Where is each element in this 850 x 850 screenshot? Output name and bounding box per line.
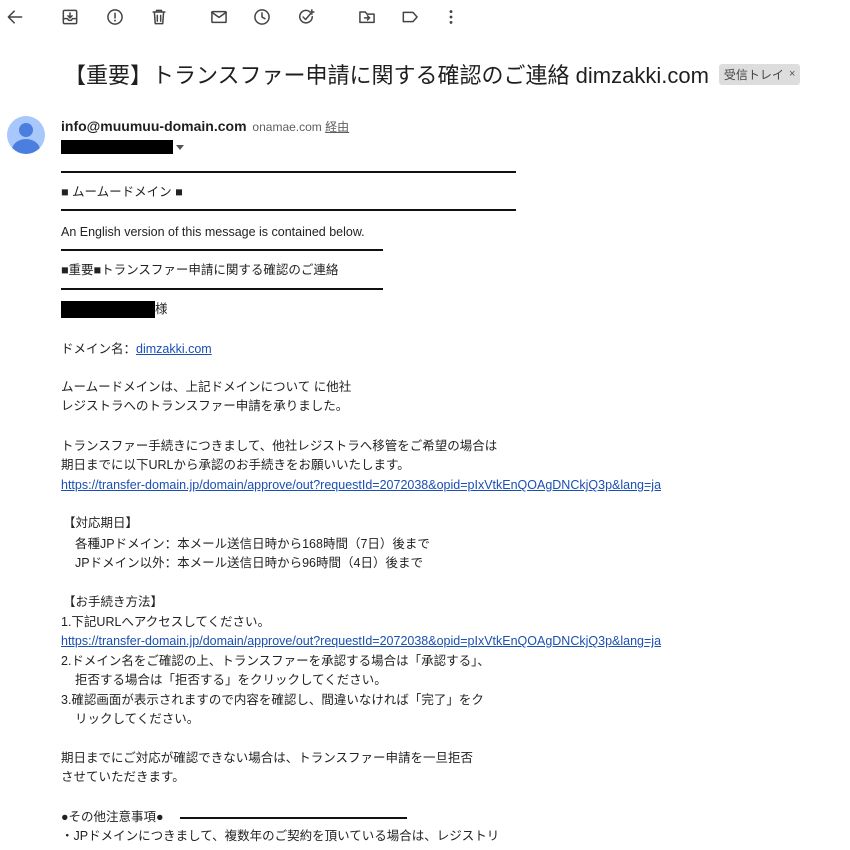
divider-line	[61, 171, 516, 173]
approve-url-link[interactable]: https://transfer-domain.jp/domain/approv…	[61, 478, 661, 492]
approve-url-link-1: https://transfer-domain.jp/domain/approv…	[61, 476, 661, 495]
redacted-recipient	[61, 140, 173, 154]
procedure-step-3-cont: リックしてください。	[75, 712, 200, 726]
remove-label-icon[interactable]: ×	[789, 68, 795, 80]
recipient-line	[61, 140, 184, 154]
move-to-icon[interactable]	[354, 4, 380, 30]
notes-heading: ●その他注意事項●	[61, 810, 164, 824]
paragraph-line: トランスファー手続きにつきまして、他社レジストラへ移管をご希望の場合は	[61, 439, 498, 453]
procedure-step-2-cont: 拒否する場合は「拒否する」をクリックしてください。	[75, 673, 387, 687]
report-spam-icon[interactable]	[102, 4, 128, 30]
more-vert-icon[interactable]	[438, 4, 464, 30]
sender-avatar[interactable]	[7, 116, 45, 154]
domain-link[interactable]: dimzakki.com	[136, 342, 212, 356]
archive-icon[interactable]	[57, 4, 83, 30]
english-note: An English version of this message is co…	[61, 225, 365, 239]
sender-line: info@muumuu-domain.com onamae.com 経由	[61, 118, 349, 135]
deadline-jp: 各種JPドメイン：本メール送信日時から168時間（7日）後まで	[75, 537, 430, 551]
redacted-name	[61, 301, 155, 318]
domain-label: ドメイン名：	[61, 342, 137, 356]
notes-line: ・JPドメインにつきまして、複数年のご契約を頂いている場合は、レジストリ	[61, 829, 500, 843]
domain-line: ドメイン名：dimzakki.com	[61, 340, 212, 359]
brand-line: ■ ムームードメイン ■	[61, 185, 183, 199]
sender-via: onamae.com 経由	[252, 120, 349, 134]
delete-icon[interactable]	[146, 4, 172, 30]
divider-line	[61, 288, 383, 290]
divider-line	[61, 209, 516, 211]
recipient-details-chevron-icon[interactable]	[176, 144, 184, 150]
salutation-line: 様	[61, 300, 168, 319]
avatar-head-shape	[19, 123, 33, 137]
paragraph-line: 期日までに以下URLから承認のお手続きをお願いいたします。	[61, 458, 410, 472]
avatar-body-shape	[12, 139, 40, 154]
subject-row: 【重要】トランスファー申請に関する確認のご連絡 dimzakki.com 受信ト…	[64, 58, 801, 90]
approve-url-link[interactable]: https://transfer-domain.jp/domain/approv…	[61, 634, 661, 648]
snooze-icon[interactable]	[249, 4, 275, 30]
mark-unread-icon[interactable]	[206, 4, 232, 30]
divider-line	[180, 817, 407, 819]
via-domain: onamae.com	[252, 120, 322, 134]
inbox-label-chip[interactable]: 受信トレイ ×	[718, 63, 801, 85]
back-arrow-icon[interactable]	[2, 4, 28, 30]
paragraph-line: レジストラへのトランスファー申請を承りました。	[61, 399, 349, 413]
label-icon[interactable]	[397, 4, 423, 30]
deadline-other: JPドメイン以外：本メール送信日時から96時間（4日）後まで	[75, 556, 423, 570]
add-to-tasks-icon[interactable]	[293, 4, 319, 30]
deadline-heading: 【対応期日】	[63, 516, 139, 530]
paragraph-line: 期日までにご対応が確認できない場合は、トランスファー申請を一旦拒否	[61, 751, 474, 765]
procedure-step-1: 1.下記URLへアクセスしてください。	[61, 615, 271, 629]
via-link[interactable]: 経由	[325, 120, 349, 134]
inbox-label-text: 受信トレイ	[723, 67, 784, 82]
procedure-heading: 【お手続き方法】	[63, 595, 164, 609]
divider-line	[61, 249, 383, 251]
procedure-step-3: 3.確認画面が表示されますので内容を確認し、間違いなければ「完了」をク	[61, 693, 484, 707]
sender-email[interactable]: info@muumuu-domain.com	[61, 118, 247, 134]
email-subject: 【重要】トランスファー申請に関する確認のご連絡 dimzakki.com	[64, 63, 709, 88]
message-toolbar	[0, 0, 850, 34]
salutation-suffix: 様	[155, 302, 168, 316]
notice-heading: ■重要■トランスファー申請に関する確認のご連絡	[61, 263, 339, 277]
paragraph-line: ムームードメインは、上記ドメインについて に他社	[61, 380, 352, 394]
paragraph-line: させていただきます。	[61, 770, 185, 784]
approve-url-link-2: https://transfer-domain.jp/domain/approv…	[61, 632, 661, 651]
procedure-step-2: 2.ドメイン名をご確認の上、トランスファーを承認する場合は「承認する」、	[61, 654, 490, 668]
